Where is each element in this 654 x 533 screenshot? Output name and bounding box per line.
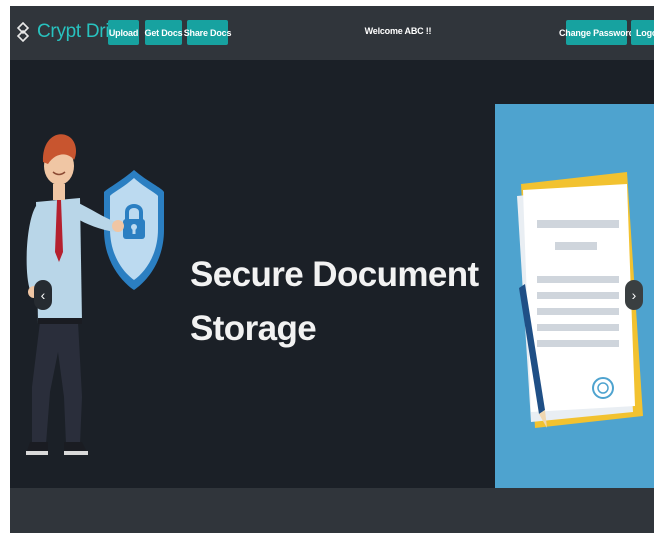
logout-button[interactable]: Logout	[631, 20, 654, 45]
hero-headline-line2: Storage	[190, 309, 317, 348]
upload-button[interactable]: Upload	[108, 20, 139, 45]
welcome-message: Welcome ABC !!	[364, 26, 432, 36]
page-spacer-top	[10, 60, 654, 104]
carousel-prev-button[interactable]: ‹	[34, 280, 52, 310]
hero-headline-line1: Secure Document	[190, 255, 479, 294]
app-window: Crypt Drive Upload Get Docs Share Docs W…	[10, 6, 654, 533]
hero-headline: Secure Document Storage	[190, 248, 479, 356]
hero-carousel: Secure Document Storage ‹ ›	[10, 104, 654, 488]
carousel-next-button[interactable]: ›	[625, 280, 643, 310]
chevron-right-icon: ›	[631, 287, 637, 303]
navbar: Crypt Drive Upload Get Docs Share Docs W…	[10, 6, 654, 60]
get-docs-button[interactable]: Get Docs	[145, 20, 183, 45]
footer-band	[10, 488, 654, 533]
diamond-link-icon	[16, 22, 30, 42]
chevron-left-icon: ‹	[40, 287, 46, 303]
share-docs-button[interactable]: Share Docs	[184, 20, 231, 45]
change-password-button[interactable]: Change Password	[559, 20, 634, 45]
